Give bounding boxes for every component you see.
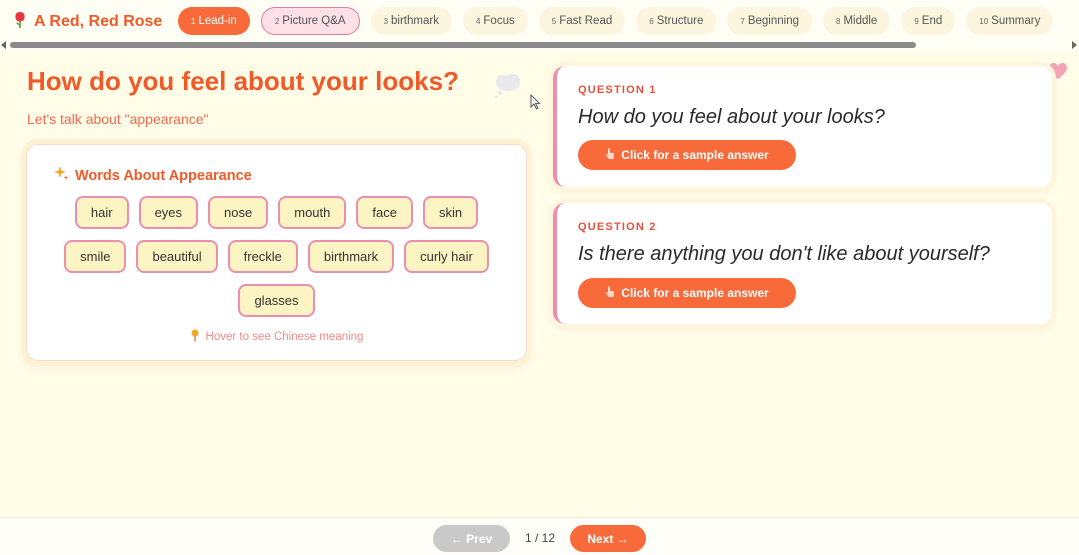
tab-label: End — [921, 15, 943, 27]
tab-label: birthmark — [391, 15, 439, 27]
tab-number: 2 — [274, 16, 280, 26]
thought-cloud-icon — [493, 72, 523, 103]
hover-hint-text: Hover to see Chinese meaning — [205, 331, 364, 343]
tab-summary[interactable]: 10 Summary — [966, 7, 1054, 35]
tab-number: 9 — [914, 16, 919, 26]
hover-hint: Hover to see Chinese meaning — [27, 329, 526, 345]
hand-pointer-icon — [605, 147, 615, 163]
word-chip[interactable]: skin — [422, 196, 479, 229]
scrollbar-thumb[interactable] — [10, 42, 916, 48]
vocabulary-card-header: Words About Appearance — [53, 165, 252, 186]
mouse-cursor-icon — [530, 93, 541, 115]
tab-number: 6 — [649, 16, 654, 26]
word-row: glasses — [27, 284, 526, 317]
tab-focus[interactable]: 4 Focus — [462, 7, 528, 35]
next-button[interactable]: Next → — [570, 525, 646, 552]
word-chip[interactable]: eyes — [138, 196, 199, 229]
tab-number: 7 — [740, 16, 745, 26]
tab-number: 1 — [191, 16, 196, 26]
tab-number: 4 — [475, 16, 481, 26]
pushpin-icon — [190, 329, 200, 345]
question-card-1: QUESTION 1 How do you feel about your lo… — [553, 66, 1052, 187]
tab-label: Lead-in — [198, 15, 237, 27]
page-title: How do you feel about your looks? — [27, 66, 459, 96]
word-chip[interactable]: glasses — [238, 284, 315, 317]
tab-label: Middle — [843, 15, 878, 27]
word-chip[interactable]: birthmark — [307, 240, 395, 273]
page-counter: 1 / 12 — [524, 531, 556, 545]
word-row: smile beautiful freckle birthmark curly … — [27, 240, 526, 273]
tab-picture-qa[interactable]: 2 Picture Q&A — [260, 7, 360, 35]
word-chip[interactable]: hair — [74, 196, 129, 229]
word-chip[interactable]: beautiful — [136, 240, 218, 273]
word-row: hair eyes nose mouth face skin — [27, 196, 526, 229]
rose-icon — [14, 11, 26, 34]
tab-label: Summary — [991, 15, 1041, 27]
tab-lead-in[interactable]: 1 Lead-in — [178, 7, 250, 35]
tab-fast-read[interactable]: 5 Fast Read — [538, 7, 626, 35]
tab-middle[interactable]: 8 Middle — [822, 7, 891, 35]
pagination-footer: ← Prev 1 / 12 Next → — [0, 517, 1079, 555]
tab-label: Structure — [656, 15, 704, 27]
word-chip[interactable]: face — [356, 196, 413, 229]
sample-answer-label: Click for a sample answer — [621, 148, 769, 162]
word-chip[interactable]: nose — [208, 196, 269, 229]
tab-label: Fast Read — [559, 15, 613, 27]
scroll-right-arrow-icon[interactable] — [1072, 41, 1077, 49]
word-chip[interactable]: smile — [64, 240, 127, 273]
prev-button[interactable]: ← Prev — [433, 525, 510, 552]
brand: A Red, Red Rose — [14, 11, 162, 33]
tab-label: Picture Q&A — [282, 15, 346, 27]
tab-bar: 1 Lead-in 2 Picture Q&A 3 birthmark 4 Fo… — [178, 7, 1054, 35]
tab-number: 8 — [835, 16, 841, 26]
question-text: Is there anything you don't like about y… — [578, 243, 990, 265]
tab-birthmark[interactable]: 3 birthmark — [370, 7, 452, 35]
tab-number: 10 — [979, 16, 989, 26]
tab-label: Beginning — [747, 15, 799, 27]
question-label: QUESTION 2 — [578, 221, 657, 233]
question-text: How do you feel about your looks? — [578, 106, 885, 128]
sparkle-icon — [53, 165, 69, 186]
question-label: QUESTION 1 — [578, 84, 657, 96]
word-chip[interactable]: mouth — [278, 196, 347, 229]
tab-label: Focus — [483, 15, 515, 27]
word-chip[interactable]: freckle — [227, 240, 298, 273]
tab-number: 5 — [551, 16, 557, 26]
vocabulary-card-title: Words About Appearance — [75, 167, 252, 184]
sample-answer-button[interactable]: Click for a sample answer — [578, 278, 796, 308]
tab-structure[interactable]: 6 Structure — [636, 7, 717, 35]
page-subtitle: Let's talk about "appearance" — [27, 111, 209, 127]
word-chip[interactable]: curly hair — [404, 240, 489, 273]
tab-number: 3 — [383, 16, 389, 26]
sample-answer-label: Click for a sample answer — [621, 286, 769, 300]
question-card-2: QUESTION 2 Is there anything you don't l… — [553, 203, 1052, 324]
sample-answer-button[interactable]: Click for a sample answer — [578, 140, 796, 170]
brand-title: A Red, Red Rose — [34, 13, 163, 30]
hand-pointer-icon — [605, 285, 615, 301]
scroll-left-arrow-icon[interactable] — [1, 41, 6, 49]
tab-end[interactable]: 9 End — [901, 7, 956, 35]
top-navigation: A Red, Red Rose 1 Lead-in 2 Picture Q&A … — [0, 0, 1079, 50]
vocabulary-card: Words About Appearance hair eyes nose mo… — [26, 144, 527, 361]
horizontal-scrollbar[interactable] — [0, 40, 1079, 50]
tab-beginning[interactable]: 7 Beginning — [727, 7, 812, 35]
